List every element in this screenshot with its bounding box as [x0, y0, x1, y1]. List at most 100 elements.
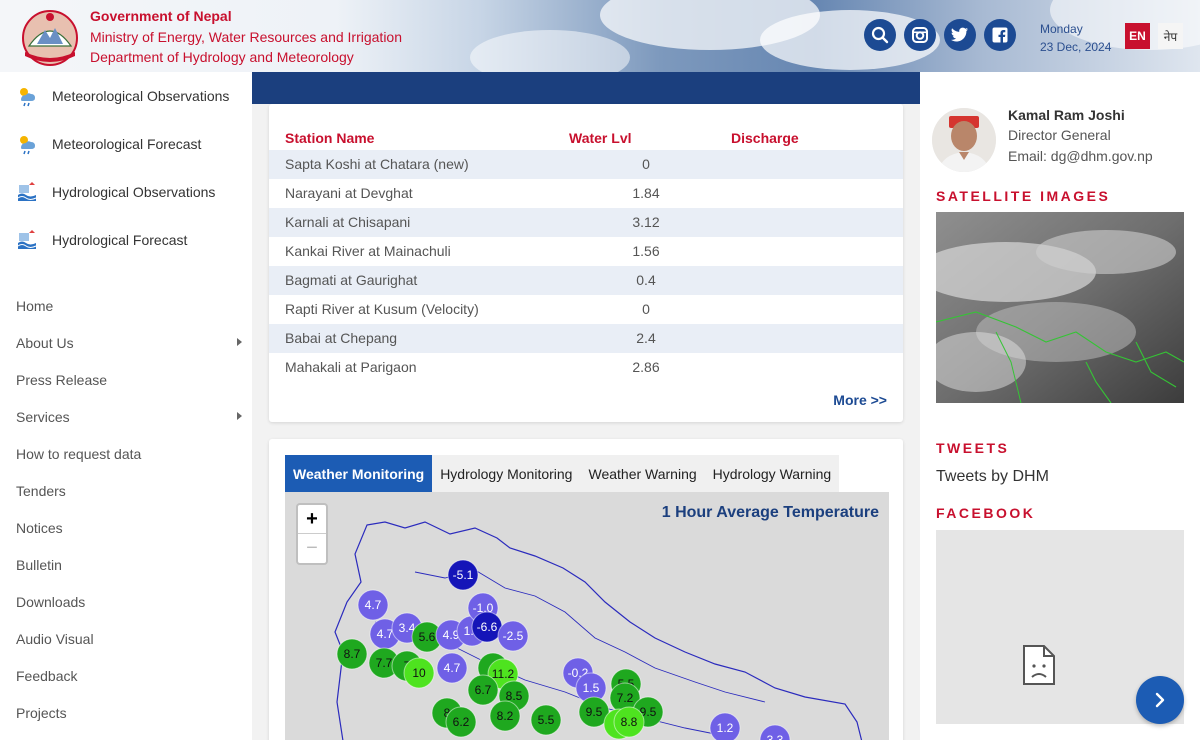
twitter-icon: [951, 27, 968, 42]
station-marker-value: 5.5: [538, 713, 555, 727]
search-button[interactable]: [864, 19, 896, 51]
menu-item-notices[interactable]: Notices: [16, 520, 246, 536]
flood-icon: [17, 230, 37, 249]
org-line-department: Department of Hydrology and Meteorology: [90, 49, 354, 65]
menu-item-press-release[interactable]: Press Release: [16, 372, 246, 388]
quick-link-hydrological-forecast[interactable]: Hydrological Forecast: [16, 226, 187, 254]
table-row[interactable]: Kankai River at Mainachuli 1.56: [269, 237, 903, 266]
language-nepali-button[interactable]: नेप: [1158, 23, 1183, 49]
station-marker[interactable]: 3.3: [759, 724, 791, 740]
station-marker[interactable]: 8.2: [489, 700, 521, 732]
water-level-value: 1.84: [632, 185, 660, 201]
river-levels-card: Station Name Water Lvl Discharge Sapta K…: [269, 104, 903, 422]
table-row[interactable]: Bagmati at Gaurighat 0.4: [269, 266, 903, 295]
instagram-button[interactable]: [904, 19, 936, 51]
station-name: Bagmati at Gaurighat: [285, 272, 418, 288]
water-level-value: 0: [642, 156, 650, 172]
left-sidebar: Meteorological Observations Meteorologic…: [0, 72, 252, 740]
quick-link-label: Hydrological Observations: [52, 184, 216, 200]
facebook-button[interactable]: [984, 19, 1016, 51]
station-marker[interactable]: 8.7: [336, 638, 368, 670]
water-level-value: 2.4: [636, 330, 656, 346]
station-marker[interactable]: -5.1: [447, 559, 479, 591]
table-row[interactable]: Rapti River at Kusum (Velocity) 0: [269, 295, 903, 324]
menu-item-bulletin[interactable]: Bulletin: [16, 557, 246, 573]
organization-name[interactable]: Government of Nepal Ministry of Energy, …: [90, 6, 402, 68]
caret-right-icon: [237, 338, 242, 346]
station-marker[interactable]: 6.2: [445, 706, 477, 738]
director-email[interactable]: Email: dg@dhm.gov.np: [1008, 148, 1153, 164]
menu-item-label: Downloads: [16, 594, 86, 610]
menu-item-label: Projects: [16, 705, 67, 721]
menu-item-tenders[interactable]: Tenders: [16, 483, 246, 499]
avatar-photo: [932, 108, 996, 172]
tweets-heading: TWEETS: [936, 440, 1010, 456]
org-line-ministry: Ministry of Energy, Water Resources and …: [90, 28, 403, 45]
tab-hydrology-warning[interactable]: Hydrology Warning: [705, 455, 840, 492]
org-line-government: Government of Nepal: [90, 8, 232, 24]
satellite-image[interactable]: [936, 212, 1184, 403]
station-name: Sapta Koshi at Chatara (new): [285, 156, 469, 172]
tab-hydrology-monitoring[interactable]: Hydrology Monitoring: [432, 455, 580, 492]
table-row[interactable]: Mahakali at Parigaon 2.86: [269, 353, 903, 382]
table-row[interactable]: Babai at Chepang 2.4: [269, 324, 903, 353]
station-marker-value: 7.2: [617, 691, 634, 705]
quick-link-meteorological-observations[interactable]: Meteorological Observations: [16, 82, 229, 110]
table-row[interactable]: Sapta Koshi at Chatara (new) 0: [269, 150, 903, 179]
station-name: Mahakali at Parigaon: [285, 359, 417, 375]
language-english-button[interactable]: EN: [1125, 23, 1150, 49]
map-title: 1 Hour Average Temperature: [661, 504, 879, 521]
temperature-map[interactable]: -5.1 4.7 4.7 3.4 5.6 4.9 1.7 -1.0 -6.6 -2.5 8.7 7.7…: [285, 492, 889, 740]
column-header-discharge: Discharge: [731, 130, 799, 146]
station-name: Rapti River at Kusum (Velocity): [285, 301, 479, 317]
station-marker[interactable]: -6.6: [471, 611, 503, 643]
header-cloud: [470, 30, 630, 72]
station-marker[interactable]: 8.8: [613, 706, 645, 738]
water-level-value: 1.56: [632, 243, 660, 259]
menu-item-label: Notices: [16, 520, 63, 536]
director-title: Director General: [1008, 127, 1111, 143]
menu-item-request-data[interactable]: How to request data: [16, 446, 246, 462]
water-level-value: 2.86: [632, 359, 660, 375]
tweets-by-link[interactable]: Tweets by DHM: [936, 468, 1049, 486]
table-row[interactable]: Narayani at Devghat 1.84: [269, 179, 903, 208]
station-marker-value: 6.7: [475, 683, 492, 697]
twitter-button[interactable]: [944, 19, 976, 51]
menu-item-audio-visual[interactable]: Audio Visual: [16, 631, 246, 647]
tab-weather-warning[interactable]: Weather Warning: [580, 455, 704, 492]
table-row[interactable]: Karnali at Chisapani 3.12: [269, 208, 903, 237]
station-marker-value: 11.2: [492, 667, 515, 681]
quick-link-meteorological-forecast[interactable]: Meteorological Forecast: [16, 130, 201, 158]
station-marker[interactable]: 1.2: [709, 712, 741, 740]
more-stations-link[interactable]: More >>: [833, 392, 887, 408]
menu-item-home[interactable]: Home: [16, 298, 246, 314]
nepal-emblem-icon[interactable]: [17, 8, 83, 66]
monitoring-card: Weather Monitoring Hydrology Monitoring …: [269, 439, 903, 740]
flood-icon: [17, 182, 37, 201]
station-marker[interactable]: 5.5: [530, 704, 562, 736]
zoom-in-button[interactable]: +: [298, 505, 326, 534]
menu-item-label: Bulletin: [16, 557, 62, 573]
zoom-out-button[interactable]: −: [298, 534, 326, 563]
menu-item-feedback[interactable]: Feedback: [16, 668, 246, 684]
station-marker[interactable]: 10: [403, 657, 435, 689]
station-marker-value: 8.2: [497, 709, 514, 723]
station-marker[interactable]: 4.7: [436, 652, 468, 684]
station-marker-value: 10: [412, 666, 426, 680]
weather-icon: [20, 136, 35, 155]
menu-item-label: About Us: [16, 335, 74, 351]
menu-item-downloads[interactable]: Downloads: [16, 594, 246, 610]
station-marker[interactable]: 4.7: [357, 589, 389, 621]
quick-link-label: Meteorological Forecast: [52, 136, 202, 152]
menu-item-about-us[interactable]: About Us: [16, 335, 246, 351]
station-marker[interactable]: 6.7: [467, 674, 499, 706]
menu-item-projects[interactable]: Projects: [16, 705, 246, 721]
quick-link-hydrological-observations[interactable]: Hydrological Observations: [16, 178, 215, 206]
tab-weather-monitoring[interactable]: Weather Monitoring: [285, 455, 433, 492]
date-full: 23 Dec, 2024: [1040, 40, 1112, 54]
menu-item-services[interactable]: Services: [16, 409, 246, 425]
station-name: Karnali at Chisapani: [285, 214, 411, 230]
next-arrow-button[interactable]: [1136, 676, 1184, 724]
station-marker[interactable]: -2.5: [497, 620, 529, 652]
station-name: Babai at Chepang: [285, 330, 398, 346]
